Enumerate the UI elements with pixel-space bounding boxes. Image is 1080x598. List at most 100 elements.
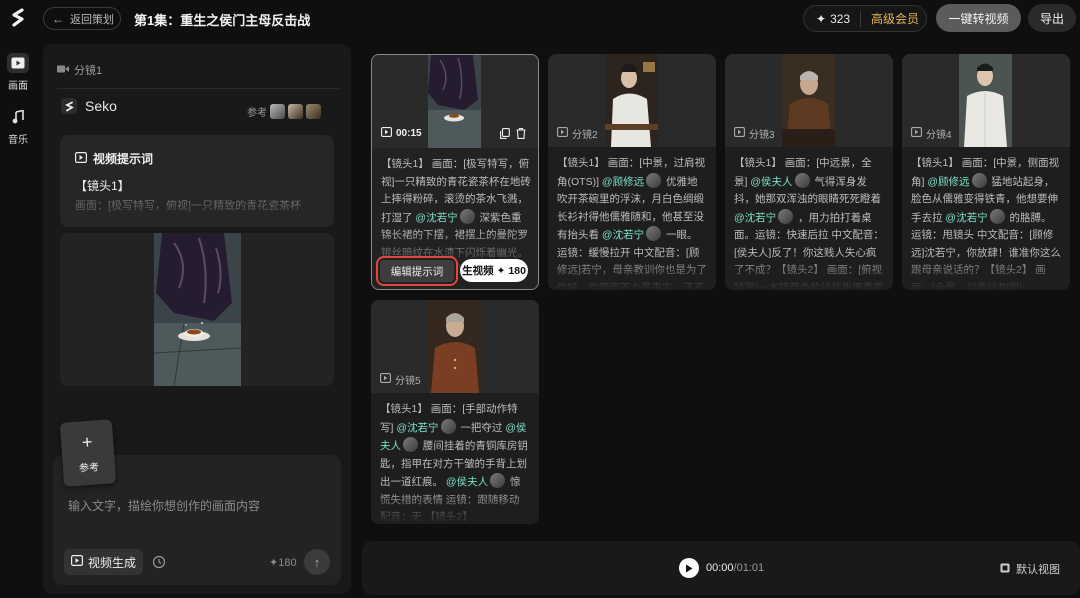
character-avatar <box>403 437 418 452</box>
play-screen-icon <box>380 373 391 386</box>
model-name: Seko <box>85 98 117 114</box>
storyboard-card[interactable]: 分镜3 【镜头1】 画面：[中远景，全景] @侯夫人 气得浑身发抖，她那双浑浊的… <box>725 54 893 290</box>
back-to-planning-button[interactable]: ← 返回策划 <box>43 7 121 30</box>
play-screen-icon <box>557 127 568 140</box>
episode-title: 第1集：重生之侯门主母反击战 <box>134 13 311 28</box>
rail-label-music: 音乐 <box>8 135 28 146</box>
rail-item-screen[interactable]: 画面 <box>0 53 36 92</box>
video-generate-button[interactable]: 视频生成 <box>64 549 143 575</box>
default-view-toggle[interactable]: 默认视图 <box>999 561 1060 577</box>
edit-prompt-button[interactable]: 编辑提示词 <box>376 256 458 286</box>
arrow-up-icon: ↑ <box>313 554 321 570</box>
thumbnail-image <box>605 54 658 147</box>
storyboard-card[interactable]: 分镜2 【镜头1】 画面：[中景，过肩视角(OTS)] @顾修远 优雅地吹开茶碗… <box>548 54 716 290</box>
rail-label-screen: 画面 <box>8 81 28 92</box>
shot-name: 分镜5 <box>395 376 421 387</box>
sparkle-icon: ✦ <box>496 264 506 277</box>
playback-bar: 00:00/01:01 默认视图 <box>362 541 1080 595</box>
music-note-icon <box>7 107 29 127</box>
fade-overlay <box>902 254 1070 290</box>
play-screen-icon <box>7 53 29 73</box>
shot-label: 分镜2 <box>557 126 598 141</box>
card-thumbnail[interactable]: 分镜5 <box>371 300 539 393</box>
generate-video-cost: 180 <box>508 264 526 277</box>
total-time: /01:01 <box>733 562 765 574</box>
shot-name: 分镜3 <box>749 130 775 141</box>
character-mention[interactable]: @侯夫人 <box>446 476 488 488</box>
character-avatar <box>459 208 475 224</box>
character-avatar <box>778 208 794 224</box>
reference-thumb[interactable] <box>288 104 303 119</box>
reference-thumb[interactable] <box>306 104 321 119</box>
prompt-heading: 视频提示词 <box>75 150 153 167</box>
character-mention[interactable]: @顾修远 <box>602 176 644 188</box>
shot-label: 分镜3 <box>734 126 775 141</box>
fade-overlay <box>548 254 716 290</box>
generation-cost: ✦180 <box>269 556 297 569</box>
character-avatar <box>440 418 456 434</box>
app-logo-icon[interactable] <box>9 7 27 29</box>
character-avatar <box>490 473 506 488</box>
rail-item-music[interactable]: 音乐 <box>0 107 36 146</box>
copy-icon[interactable] <box>500 128 510 142</box>
character-mention[interactable]: @沈若宁 <box>945 212 987 224</box>
card-thumbnail[interactable]: 分镜3 <box>725 54 893 147</box>
storyboard-card[interactable]: 分镜5 【镜头1】 画面：[手部动作特写] @沈若宁 一把夺过 @侯夫人 腰间挂… <box>371 300 539 524</box>
shot-duration: 00:15 <box>396 128 422 139</box>
export-button[interactable]: 导出 <box>1028 4 1076 32</box>
play-screen-icon <box>911 127 922 140</box>
play-screen-icon <box>75 151 88 166</box>
character-mention[interactable]: @沈若宁 <box>415 212 457 224</box>
video-generate-icon <box>70 555 83 569</box>
credits-count: 323 <box>830 11 851 26</box>
thumbnail-image <box>782 54 835 147</box>
card-thumbnail[interactable]: 分镜4 <box>902 54 1070 147</box>
fade-overlay <box>725 254 893 290</box>
reference-thumb[interactable] <box>270 104 285 119</box>
trash-icon[interactable] <box>516 128 526 142</box>
storyboard-card[interactable]: 00:15 【镜头1】 画面：[极写特写，俯视]一只精致的青花瓷茶杯在地砖上摔得… <box>371 54 539 290</box>
play-icon <box>686 564 693 572</box>
clock-icon[interactable] <box>152 555 166 569</box>
character-avatar <box>971 172 987 188</box>
prompt-shot-tag: 【镜头1】 <box>75 179 130 193</box>
one-click-convert-button[interactable]: 一键转视频 <box>936 4 1021 32</box>
fade-overlay <box>60 201 334 227</box>
play-button[interactable] <box>679 558 699 578</box>
card-thumbnail[interactable]: 00:15 <box>372 55 538 148</box>
preview-image <box>154 233 241 386</box>
credits-badge[interactable]: ✦ 323 高级会员 <box>803 5 927 32</box>
shot-preview[interactable] <box>60 233 334 386</box>
shot-name: 分镜2 <box>572 130 598 141</box>
prompt-heading-text: 视频提示词 <box>93 152 154 166</box>
generate-video-label: 生视频 <box>462 265 494 277</box>
character-avatar <box>646 226 662 241</box>
shot-name: 分镜4 <box>926 130 952 141</box>
character-mention[interactable]: @沈若宁 <box>396 422 438 434</box>
membership-label[interactable]: 高级会员 <box>861 10 919 27</box>
prompt-input[interactable]: 输入文字，描绘你想创作的画面内容 <box>68 497 260 514</box>
back-label: 返回策划 <box>70 13 114 26</box>
video-generate-label: 视频生成 <box>87 555 136 570</box>
add-reference-button[interactable]: + 参考 <box>59 419 117 487</box>
shot-label: 分镜4 <box>911 126 952 141</box>
model-selector[interactable]: Seko <box>61 98 117 114</box>
card-thumbnail[interactable]: 分镜2 <box>548 54 716 147</box>
send-button[interactable]: ↑ <box>304 549 330 575</box>
character-mention[interactable]: @沈若宁 <box>602 229 644 241</box>
fade-overlay <box>371 488 539 524</box>
top-bar: ← 返回策划 第1集：重生之侯门主母反击战 ✦ 323 高级会员 一键转视频 导… <box>0 0 1080 36</box>
film-strip-icon <box>999 562 1011 577</box>
character-mention[interactable]: @侯夫人 <box>750 176 792 188</box>
current-time: 00:00 <box>706 562 734 574</box>
generation-cost-value: 180 <box>278 557 297 569</box>
character-mention[interactable]: @顾修远 <box>927 176 969 188</box>
arrow-left-icon: ← <box>52 11 64 26</box>
video-prompt-box[interactable]: 视频提示词 【镜头1】 画面：[极写特写，俯视]一只精致的青花瓷茶杯 <box>60 135 334 227</box>
shot-time: 00:15 <box>381 127 422 140</box>
character-mention[interactable]: @沈若宁 <box>734 212 776 224</box>
reference-images[interactable]: 参考 <box>247 104 321 119</box>
generate-video-button[interactable]: 生视频 ✦ 180 <box>460 259 528 282</box>
storyboard-card[interactable]: 分镜4 【镜头1】 画面：[中景，侧面视角] @顾修远 猛地站起身，脸色从儒雅变… <box>902 54 1070 290</box>
playback-time: 00:00/01:01 <box>706 562 764 574</box>
